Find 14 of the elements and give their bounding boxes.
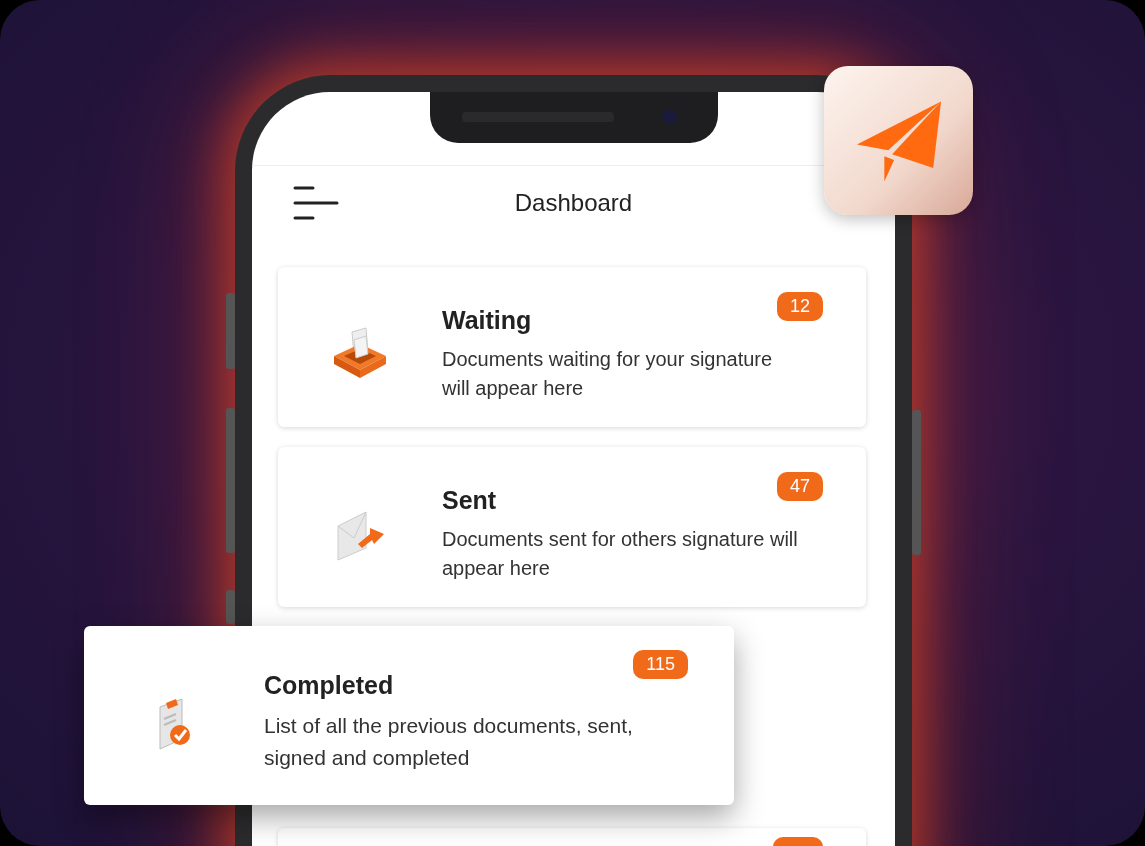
menu-icon[interactable] (293, 185, 339, 221)
card-description: Documents waiting for your signature will appear here (442, 346, 774, 401)
card-description: List of all the previous documents, sent, signed and completed (264, 713, 634, 771)
card-background[interactable]: Completed List of all the previous documents, sent, signed and completed 115 (84, 626, 734, 805)
screen-title: Dashboard (514, 189, 633, 217)
card-background[interactable]: Sent Documents sent for others signature will appear here 47 (278, 447, 866, 607)
card-title: Sent (442, 485, 497, 515)
card-title: Completed (264, 671, 394, 700)
count-badge: 12 (776, 292, 823, 321)
count-badge: 115 (633, 650, 688, 679)
card-background[interactable]: Waiting Documents waiting for your signature will appear here 12 (278, 267, 866, 427)
card-description: Documents sent for others signature will appear here (442, 526, 799, 581)
count-badge: 47 (776, 472, 823, 501)
card-title: Waiting (442, 305, 532, 335)
